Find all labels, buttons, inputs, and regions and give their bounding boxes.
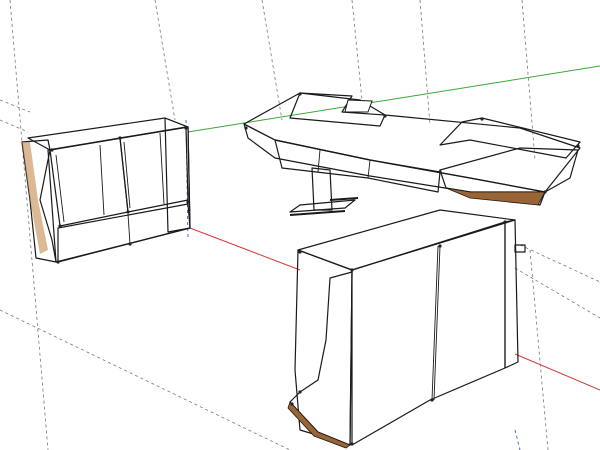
grid-line: [351, 0, 363, 101]
cabinet-panel: [119, 126, 189, 213]
console-foot: [289, 199, 356, 213]
grid-line: [154, 0, 176, 121]
grid-lines: [0, 0, 600, 450]
cabinet-side: [504, 219, 519, 369]
green-axis: [187, 65, 600, 133]
red-axis: [514, 353, 600, 391]
wood-end-panel-edge: [22, 142, 48, 254]
console-underbody: [274, 139, 441, 193]
grid-line: [419, 0, 431, 126]
console-wood-edge: [445, 187, 546, 206]
left-cabinet[interactable]: [21, 117, 191, 264]
grid-line: [529, 249, 549, 450]
cabinet-top: [297, 209, 516, 271]
grid-line: [521, 0, 536, 161]
meter-bridge-gap: [344, 99, 373, 113]
grid-line: [0, 99, 31, 113]
grid-line: [514, 267, 600, 319]
grid-line: [0, 119, 29, 133]
wood-end-panel-edge: [287, 401, 351, 449]
cabinet-back: [351, 221, 506, 446]
3d-model-viewport[interactable]: [0, 0, 600, 450]
right-cabinet[interactable]: [287, 209, 526, 449]
grid-line: [0, 309, 291, 450]
cabinet-panel: [49, 137, 129, 227]
blue-axis: [514, 429, 521, 450]
cabinet-bracket: [514, 244, 526, 253]
main-console[interactable]: [243, 92, 581, 216]
model-scene[interactable]: [0, 0, 600, 450]
cabinet-top: [27, 117, 189, 151]
grid-line: [261, 0, 283, 121]
console-wing: [439, 117, 581, 159]
red-axis: [189, 227, 301, 271]
